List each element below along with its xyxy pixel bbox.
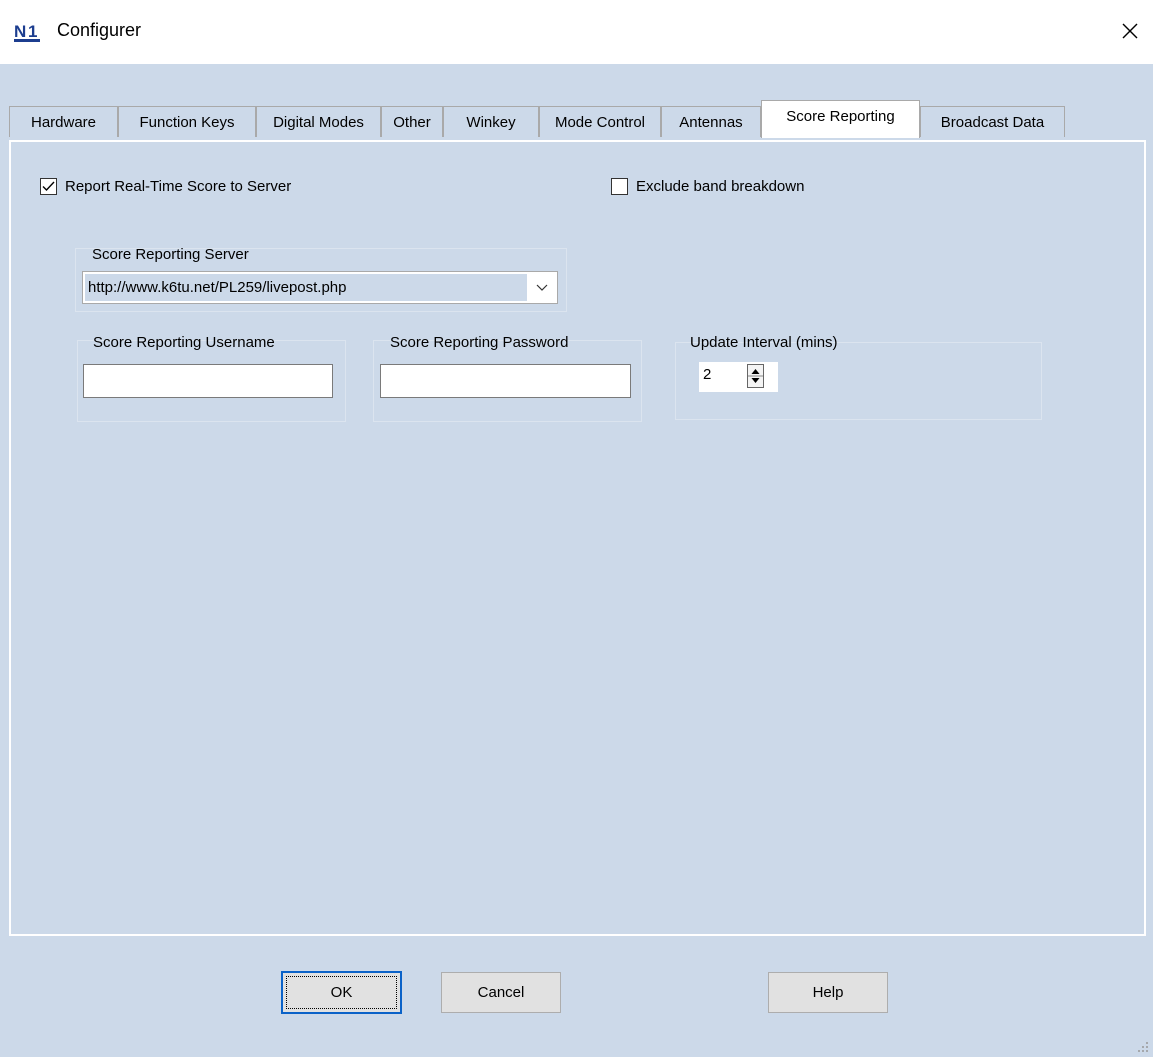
n1mm-logo-icon: N 1 <box>13 21 43 43</box>
tab-antennas[interactable]: Antennas <box>661 106 761 137</box>
interval-spinner[interactable]: 2 <box>699 362 778 392</box>
close-button[interactable] <box>1113 14 1147 48</box>
server-combobox[interactable]: http://www.k6tu.net/PL259/livepost.php <box>82 271 558 304</box>
focus-ring <box>286 976 397 1009</box>
tab-function-keys[interactable]: Function Keys <box>118 106 256 137</box>
dropdown-arrow[interactable] <box>527 272 557 303</box>
interval-label: Update Interval (mins) <box>690 334 838 351</box>
password-input[interactable] <box>380 364 631 398</box>
server-label: Score Reporting Server <box>92 246 249 263</box>
password-label: Score Reporting Password <box>390 334 569 351</box>
window-title: Configurer <box>57 20 142 40</box>
tab-hardware[interactable]: Hardware <box>9 106 118 137</box>
tab-broadcast-data[interactable]: Broadcast Data <box>920 106 1065 137</box>
username-input[interactable] <box>83 364 333 398</box>
ok-button[interactable]: OK <box>281 971 402 1014</box>
spin-arrows-icon <box>748 369 763 383</box>
svg-text:1: 1 <box>28 22 37 41</box>
resize-grip-icon[interactable] <box>1136 1040 1150 1054</box>
tab-mode-control[interactable]: Mode Control <box>539 106 661 137</box>
cancel-button[interactable]: Cancel <box>441 972 561 1013</box>
checkbox-box <box>611 178 628 195</box>
svg-text:N: N <box>14 22 26 41</box>
username-label: Score Reporting Username <box>93 334 275 351</box>
chevron-down-icon <box>536 284 548 291</box>
server-value: http://www.k6tu.net/PL259/livepost.php <box>85 274 527 301</box>
help-button[interactable]: Help <box>768 972 888 1013</box>
tab-digital-modes[interactable]: Digital Modes <box>256 106 381 137</box>
tab-other[interactable]: Other <box>381 106 443 137</box>
checkbox-box <box>40 178 57 195</box>
score-reporting-panel: Report Real-Time Score to Server Exclude… <box>9 140 1146 936</box>
checkmark-icon <box>42 181 55 192</box>
tab-winkey[interactable]: Winkey <box>443 106 539 137</box>
exclude-band-checkbox[interactable]: Exclude band breakdown <box>611 178 804 195</box>
close-icon <box>1122 23 1138 39</box>
report-realtime-checkbox[interactable]: Report Real-Time Score to Server <box>40 178 291 195</box>
exclude-band-label: Exclude band breakdown <box>636 178 805 195</box>
spinner-buttons[interactable] <box>747 364 764 388</box>
tab-score-reporting[interactable]: Score Reporting <box>761 100 920 138</box>
report-realtime-label: Report Real-Time Score to Server <box>65 178 292 195</box>
title-bar: N 1 Configurer <box>0 0 1153 64</box>
interval-value: 2 <box>703 366 712 383</box>
